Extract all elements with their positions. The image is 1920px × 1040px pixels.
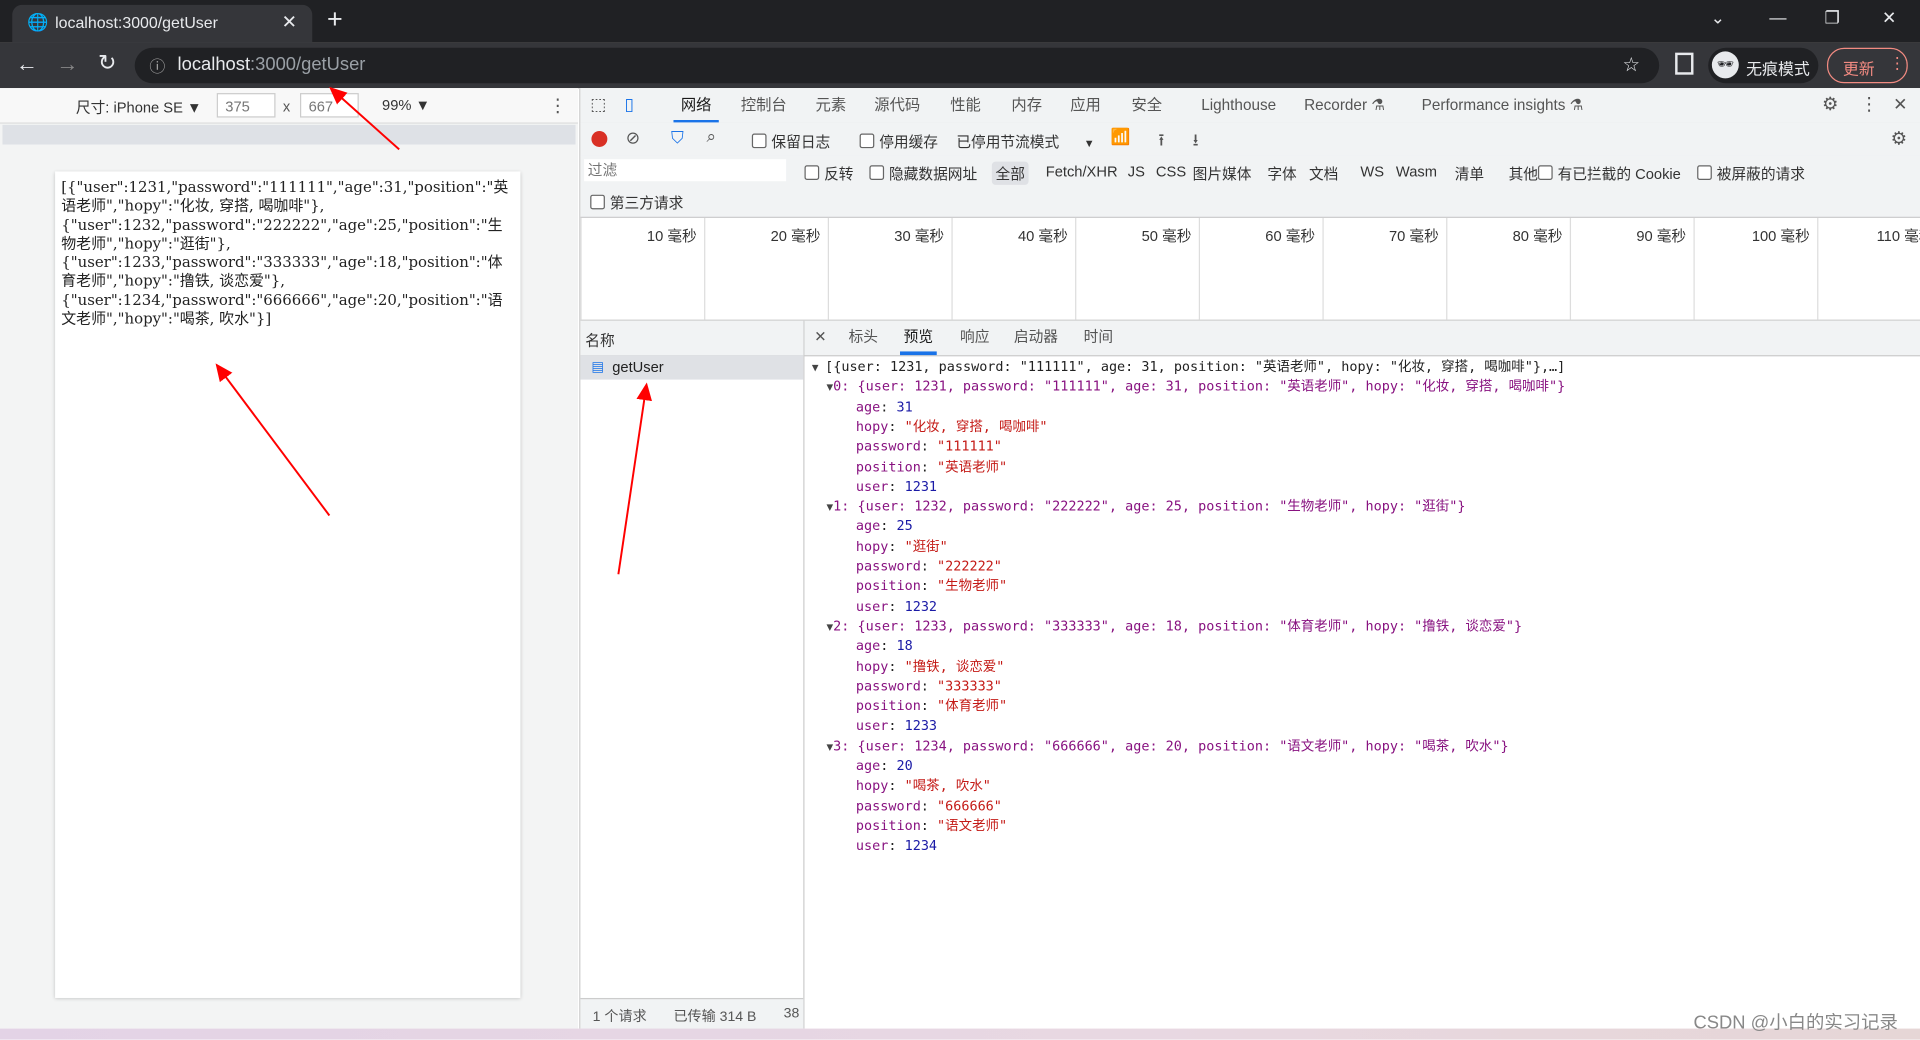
arrow-to-request xyxy=(617,382,652,575)
arrow-to-url xyxy=(329,86,400,151)
annotation-arrows xyxy=(215,86,652,575)
arrow-to-page xyxy=(215,363,331,517)
